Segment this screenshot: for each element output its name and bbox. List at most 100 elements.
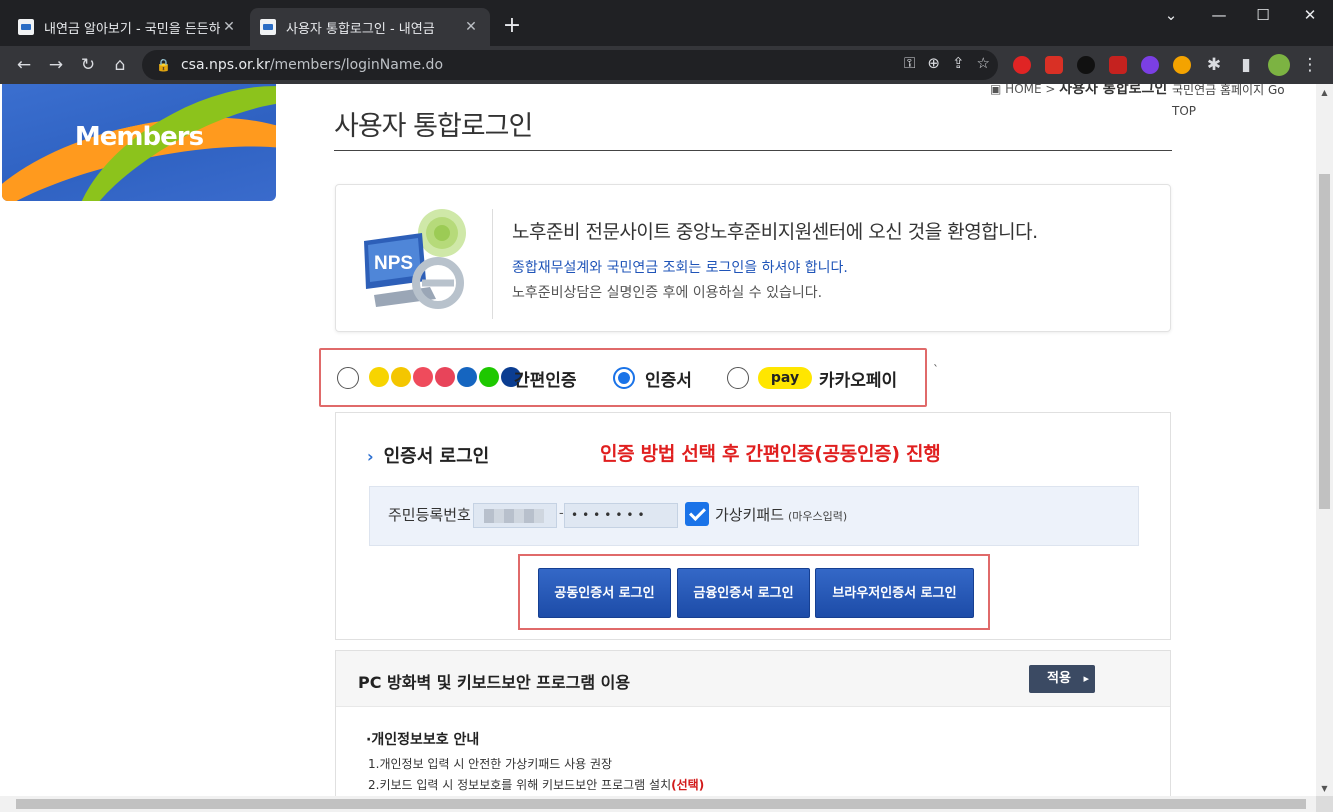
extension-icon[interactable] [1109, 56, 1127, 74]
tab-search-icon[interactable]: ⌄ [1156, 6, 1186, 24]
extension-icon[interactable] [1045, 56, 1063, 74]
breadcrumb-current: 사용자 통합로그인 [1059, 84, 1168, 97]
back-icon[interactable]: ← [12, 54, 36, 76]
breadcrumb-separator: > [1045, 84, 1056, 96]
welcome-consult-notice: 노후준비상담은 실명인증 후에 이용하실 수 있습니다. [512, 285, 823, 301]
security-header: PC 방화벽 및 키보드보안 프로그램 이용 적용 [336, 651, 1170, 707]
close-window-button[interactable]: ✕ [1295, 6, 1325, 24]
ssn-label: 주민등록번호 [388, 506, 471, 524]
browser-certificate-login-button[interactable]: 브라우저인증서 로그인 [815, 568, 974, 618]
virtual-keypad-text: 가상키패드 [715, 506, 785, 524]
stray-mark: ` [933, 363, 939, 377]
optional-tag: (선택) [671, 778, 705, 792]
zoom-icon[interactable]: ⊕ [927, 54, 940, 72]
title-divider [334, 150, 1172, 151]
privacy-line-2: 2.키보드 입력 시 정보보호를 위해 키보드보안 프로그램 설치(선택) [368, 776, 704, 793]
menu-kebab-icon[interactable]: ⋮ [1298, 54, 1322, 76]
breadcrumb: ▣ HOME > 사용자 통합로그인 [990, 84, 1167, 98]
extension-icon[interactable] [1077, 56, 1095, 74]
home-icon[interactable]: ⌂ [108, 54, 132, 76]
url-host: csa.nps.or.kr [180, 57, 270, 73]
banner-title: Members [74, 122, 204, 152]
profile-avatar[interactable] [1268, 54, 1290, 76]
scroll-up-arrow-icon[interactable]: ▲ [1316, 88, 1333, 97]
radio-kakaopay[interactable] [727, 367, 749, 389]
nps-logo-icon: NPS [364, 209, 466, 309]
kakaopay-badge: pay [758, 367, 812, 389]
forward-icon[interactable]: → [44, 54, 68, 76]
instruction-note: 인증 방법 선택 후 간편인증(공동인증) 진행 [600, 443, 941, 465]
ssn-form-row: 주민등록번호 - ••••••• 가상키패드 (마우스입력) [369, 486, 1139, 546]
address-bar[interactable]: 🔒 csa.nps.or.kr /members/loginName.do ⚿ … [142, 50, 998, 80]
tab-inactive[interactable]: 내연금 알아보기 - 국민을 든든하 ✕ [8, 8, 248, 46]
horizontal-scrollbar[interactable] [0, 796, 1316, 812]
cert-login-title-text: 인증서 로그인 [383, 446, 490, 467]
privacy-line-1: 1.개인정보 입력 시 안전한 가상키패드 사용 권장 [368, 757, 613, 771]
reload-icon[interactable]: ↻ [76, 54, 100, 76]
kakaopay-label[interactable]: 카카오페이 [819, 366, 897, 391]
security-title: PC 방화벽 및 키보드보안 프로그램 이용 [358, 673, 631, 692]
welcome-heading: 노후준비 전문사이트 중앙노후준비지원센터에 오신 것을 환영합니다. [512, 221, 1038, 243]
virtual-keypad-label: 가상키패드 (마우스입력) [715, 504, 847, 525]
blurred-value [484, 509, 544, 523]
financial-certificate-login-button[interactable]: 금융인증서 로그인 [677, 568, 810, 618]
nps-favicon-icon [260, 19, 276, 35]
close-tab-icon[interactable]: ✕ [462, 19, 480, 35]
browser-toolbar: ← → ↻ ⌂ 🔒 csa.nps.or.kr /members/loginNa… [0, 46, 1333, 84]
kakao-icon [369, 367, 389, 387]
extension-icon[interactable] [1141, 56, 1159, 74]
lock-icon[interactable]: 🔒 [156, 58, 171, 72]
extensions-puzzle-icon[interactable]: ✱ [1202, 54, 1226, 76]
url-path: /members/loginName.do [269, 57, 444, 73]
cert-login-title: › 인증서 로그인 [367, 442, 489, 468]
welcome-login-notice: 종합재무설계와 국민연금 조회는 로그인을 하셔야 합니다. [512, 260, 848, 276]
extension-icon[interactable] [1013, 56, 1031, 74]
payco-icon [413, 367, 433, 387]
pass-icon [435, 367, 455, 387]
simple-auth-label[interactable]: 간편인증 [514, 366, 577, 391]
tab-title: 내연금 알아보기 - 국민을 든든하 [44, 21, 220, 37]
browser-tab-bar: 내연금 알아보기 - 국민을 든든하 ✕ 사용자 통합로그인 - 내연금 ✕ +… [0, 0, 1333, 46]
key-icon[interactable]: ⚿ [904, 54, 915, 72]
chevron-right-icon: › [367, 447, 374, 466]
minimize-button[interactable]: — [1204, 6, 1234, 24]
members-banner: Members [2, 84, 276, 201]
virtual-keypad-checkbox[interactable] [685, 502, 709, 526]
home-icon[interactable]: ▣ [990, 84, 1001, 96]
side-panel-icon[interactable]: ▮ [1234, 54, 1258, 76]
horizontal-scroll-thumb[interactable] [16, 799, 1306, 809]
bookmark-star-icon[interactable]: ☆ [977, 54, 990, 72]
certificate-label[interactable]: 인증서 [645, 366, 692, 391]
share-icon[interactable]: ⇪ [952, 54, 965, 72]
welcome-box: NPS 노후준비 전문사이트 중앙노후준비지원센터에 오신 것을 환영합니다. … [335, 184, 1171, 332]
login-method-selector: 간편인증 인증서 pay 카카오페이 [319, 348, 927, 407]
page-viewport: Members ▣ HOME > 사용자 통합로그인 국민연금 홈페이지 Go … [0, 84, 1316, 796]
cert-button-group: 공동인증서 로그인 금융인증서 로그인 브라우저인증서 로그인 [518, 554, 990, 630]
ssn-front-input[interactable] [473, 503, 557, 528]
ssn-back-input[interactable]: ••••••• [564, 503, 678, 528]
close-tab-icon[interactable]: ✕ [220, 19, 238, 35]
joint-certificate-login-button[interactable]: 공동인증서 로그인 [538, 568, 671, 618]
scroll-down-arrow-icon[interactable]: ▼ [1316, 784, 1333, 793]
privacy-line-2-text: 2.키보드 입력 시 정보보호를 위해 키보드보안 프로그램 설치 [368, 778, 672, 792]
tab-active[interactable]: 사용자 통합로그인 - 내연금 ✕ [250, 8, 490, 46]
samsung-pass-icon [457, 367, 477, 387]
page-title: 사용자 통합로그인 [334, 111, 533, 142]
omnibox-actions: ⚿ ⊕ ⇪ ☆ [904, 54, 990, 72]
radio-simple-auth[interactable] [337, 367, 359, 389]
go-top-link[interactable]: 국민연금 홈페이지 Go TOP [1172, 84, 1312, 122]
apply-button[interactable]: 적용 [1029, 665, 1095, 693]
nps-logo-text: NPS [374, 253, 413, 274]
vertical-scroll-thumb[interactable] [1319, 174, 1330, 509]
breadcrumb-home[interactable]: HOME [1005, 84, 1041, 96]
maximize-button[interactable]: ☐ [1248, 6, 1278, 24]
ssn-dash: - [559, 506, 564, 521]
vertical-scrollbar[interactable]: ▲ ▼ [1316, 84, 1333, 796]
certificate-login-panel: › 인증서 로그인 인증 방법 선택 후 간편인증(공동인증) 진행 주민등록번호… [335, 412, 1171, 640]
toss-icon [391, 367, 411, 387]
new-tab-button[interactable]: + [498, 13, 526, 41]
radio-certificate[interactable] [613, 367, 635, 389]
privacy-title: ·개인정보보호 안내 [366, 732, 480, 748]
nps-favicon-icon [18, 19, 34, 35]
extension-icon[interactable] [1173, 56, 1191, 74]
